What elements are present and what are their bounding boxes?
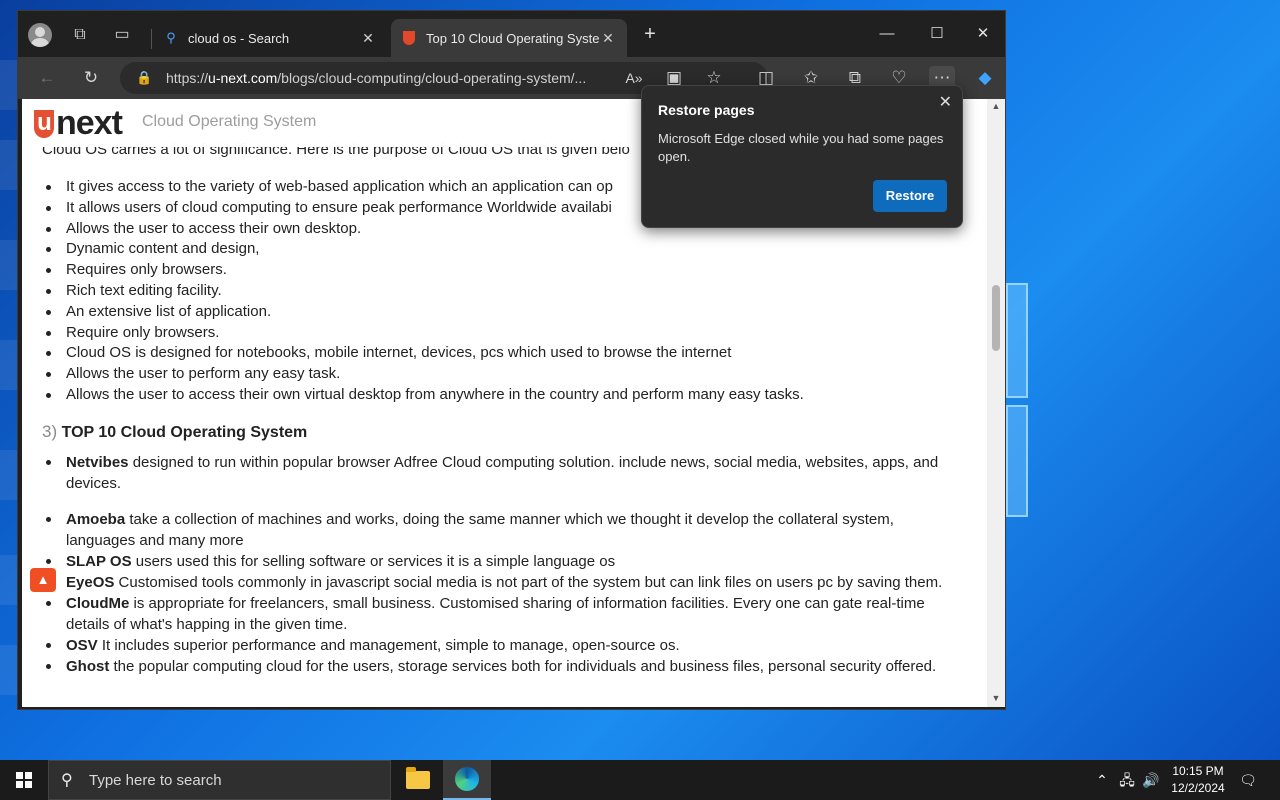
tab-actions-icon[interactable]: ▭ bbox=[110, 23, 134, 47]
copilot-icon[interactable]: ◆ bbox=[972, 66, 998, 90]
close-window-button[interactable]: ✕ bbox=[960, 19, 1006, 49]
list-item: CloudMe is appropriate for freelancers, … bbox=[46, 593, 966, 635]
scrollbar[interactable]: ▲ ▼ bbox=[987, 99, 1005, 707]
unext-favicon bbox=[401, 30, 417, 46]
popup-title: Restore pages bbox=[658, 102, 755, 118]
section-heading: 3) TOP 10 Cloud Operating System bbox=[42, 422, 307, 442]
os-name: Netvibes bbox=[66, 454, 129, 471]
windows-logo-pane bbox=[1006, 405, 1028, 517]
scroll-down-icon[interactable]: ▼ bbox=[991, 693, 1001, 703]
os-description: users used this for selling software or … bbox=[131, 553, 616, 570]
volume-icon[interactable]: 🔊 bbox=[1140, 760, 1162, 800]
os-description: designed to run within popular browser A… bbox=[66, 454, 939, 492]
logo-text: next bbox=[56, 104, 123, 142]
os-name: Amoeba bbox=[66, 511, 126, 528]
tab-unext[interactable]: Top 10 Cloud Operating Systems ✕ bbox=[391, 19, 627, 57]
taskbar-search[interactable]: ⚲ Type here to search bbox=[48, 760, 391, 800]
os-name: CloudMe bbox=[66, 595, 130, 612]
tab-title: cloud os - Search bbox=[188, 30, 290, 46]
list-item: Ghost the popular computing cloud for th… bbox=[46, 656, 966, 677]
os-name: SLAP OS bbox=[66, 553, 132, 570]
taskbar: ⚲ Type here to search ⌃ 🖧 🔊 10:15 PM 12/… bbox=[0, 760, 1280, 800]
clock-time: 10:15 PM bbox=[1172, 764, 1224, 778]
restore-pages-popup: Restore pages ✕ Microsoft Edge closed wh… bbox=[641, 85, 963, 228]
profile-avatar[interactable] bbox=[28, 23, 52, 47]
list-item: Cloud OS is designed for notebooks, mobi… bbox=[46, 343, 966, 364]
logo-letter: u bbox=[34, 109, 54, 138]
os-name: EyeOS bbox=[66, 574, 115, 591]
desktop-icon[interactable] bbox=[0, 140, 18, 190]
desktop-icon[interactable] bbox=[0, 450, 18, 500]
list-item: Require only browsers. bbox=[46, 323, 966, 344]
desktop-icon[interactable] bbox=[0, 555, 18, 605]
list-item: Allows the user to perform any easy task… bbox=[46, 364, 966, 385]
list-item: EyeOS Customised tools commonly in javas… bbox=[46, 572, 966, 593]
new-tab-button[interactable]: + bbox=[638, 23, 662, 47]
maximize-button[interactable]: ☐ bbox=[914, 19, 960, 49]
scroll-to-top-button[interactable]: ▲ bbox=[30, 568, 56, 592]
list-item: Rich text editing facility. bbox=[46, 281, 966, 302]
section-title: TOP 10 Cloud Operating System bbox=[61, 424, 308, 441]
os-description: It includes superior performance and man… bbox=[97, 637, 680, 654]
desktop-icon[interactable] bbox=[0, 340, 18, 390]
windows-logo-pane bbox=[1006, 283, 1028, 398]
lock-icon: 🔒 bbox=[136, 70, 153, 85]
back-button[interactable]: ← bbox=[34, 66, 60, 90]
refresh-button[interactable]: ↻ bbox=[78, 66, 104, 90]
edge-icon bbox=[455, 767, 479, 791]
restore-button[interactable]: Restore bbox=[873, 180, 947, 212]
network-icon[interactable]: 🖧 bbox=[1116, 760, 1138, 800]
start-button[interactable] bbox=[0, 760, 48, 800]
search-placeholder: Type here to search bbox=[89, 772, 222, 789]
top-os-list: Netvibes designed to run within popular … bbox=[46, 452, 966, 677]
os-name: OSV bbox=[66, 637, 98, 654]
section-number: 3) bbox=[42, 422, 58, 441]
list-item: Allows the user to access their own virt… bbox=[46, 385, 966, 406]
tab-strip: ⧉ ▭ ⚲ cloud os - Search ✕ Top 10 Cloud O… bbox=[18, 11, 1005, 57]
tab-separator bbox=[151, 29, 152, 49]
list-gap bbox=[66, 494, 966, 509]
clock[interactable]: 10:15 PM 12/2/2024 bbox=[1163, 763, 1233, 797]
minimize-button[interactable]: — bbox=[864, 19, 910, 49]
url-host: u-next.com bbox=[208, 70, 278, 86]
search-icon: ⚲ bbox=[166, 30, 176, 45]
scroll-thumb[interactable] bbox=[992, 285, 1000, 351]
header-title: Cloud Operating System bbox=[142, 113, 317, 130]
scroll-up-icon[interactable]: ▲ bbox=[991, 101, 1001, 111]
workspaces-icon[interactable]: ⧉ bbox=[68, 23, 92, 47]
os-description: take a collection of machines and works,… bbox=[66, 511, 894, 549]
list-item: An extensive list of application. bbox=[46, 302, 966, 323]
list-item: OSV It includes superior performance and… bbox=[46, 635, 966, 656]
edge-app[interactable] bbox=[443, 760, 491, 800]
unext-logo[interactable]: u next bbox=[34, 104, 123, 143]
notifications-icon[interactable]: 🗨 bbox=[1236, 760, 1260, 800]
list-item: Requires only browsers. bbox=[46, 260, 966, 281]
list-item: Amoeba take a collection of machines and… bbox=[46, 509, 966, 551]
folder-icon bbox=[406, 767, 430, 789]
desktop-icon[interactable] bbox=[0, 645, 18, 695]
close-icon[interactable]: ✕ bbox=[939, 92, 952, 112]
clock-date: 12/2/2024 bbox=[1171, 781, 1225, 795]
url-scheme: https:// bbox=[166, 70, 209, 86]
close-tab-icon[interactable]: ✕ bbox=[599, 30, 617, 47]
list-item: Dynamic content and design, bbox=[46, 239, 966, 260]
windows-icon bbox=[16, 772, 32, 788]
list-item: Netvibes designed to run within popular … bbox=[46, 452, 966, 494]
chevron-up-icon[interactable]: ⌃ bbox=[1092, 760, 1112, 800]
file-explorer-app[interactable] bbox=[394, 760, 442, 800]
url-path: /blogs/cloud-computing/cloud-operating-s… bbox=[277, 70, 587, 86]
tab-search[interactable]: ⚲ cloud os - Search ✕ bbox=[153, 19, 387, 57]
os-description: is appropriate for freelancers, small bu… bbox=[66, 595, 925, 633]
desktop-icon[interactable] bbox=[0, 60, 18, 110]
os-description: the popular computing cloud for the user… bbox=[109, 658, 937, 675]
popup-message: Microsoft Edge closed while you had some… bbox=[658, 131, 944, 164]
close-tab-icon[interactable]: ✕ bbox=[359, 30, 377, 47]
search-icon: ⚲ bbox=[61, 772, 73, 789]
desktop-icon[interactable] bbox=[0, 240, 18, 290]
os-name: Ghost bbox=[66, 658, 110, 675]
tab-title: Top 10 Cloud Operating Systems bbox=[426, 30, 599, 46]
list-item: SLAP OS users used this for selling soft… bbox=[46, 551, 966, 572]
os-description: Customised tools commonly in javascript … bbox=[114, 574, 943, 591]
